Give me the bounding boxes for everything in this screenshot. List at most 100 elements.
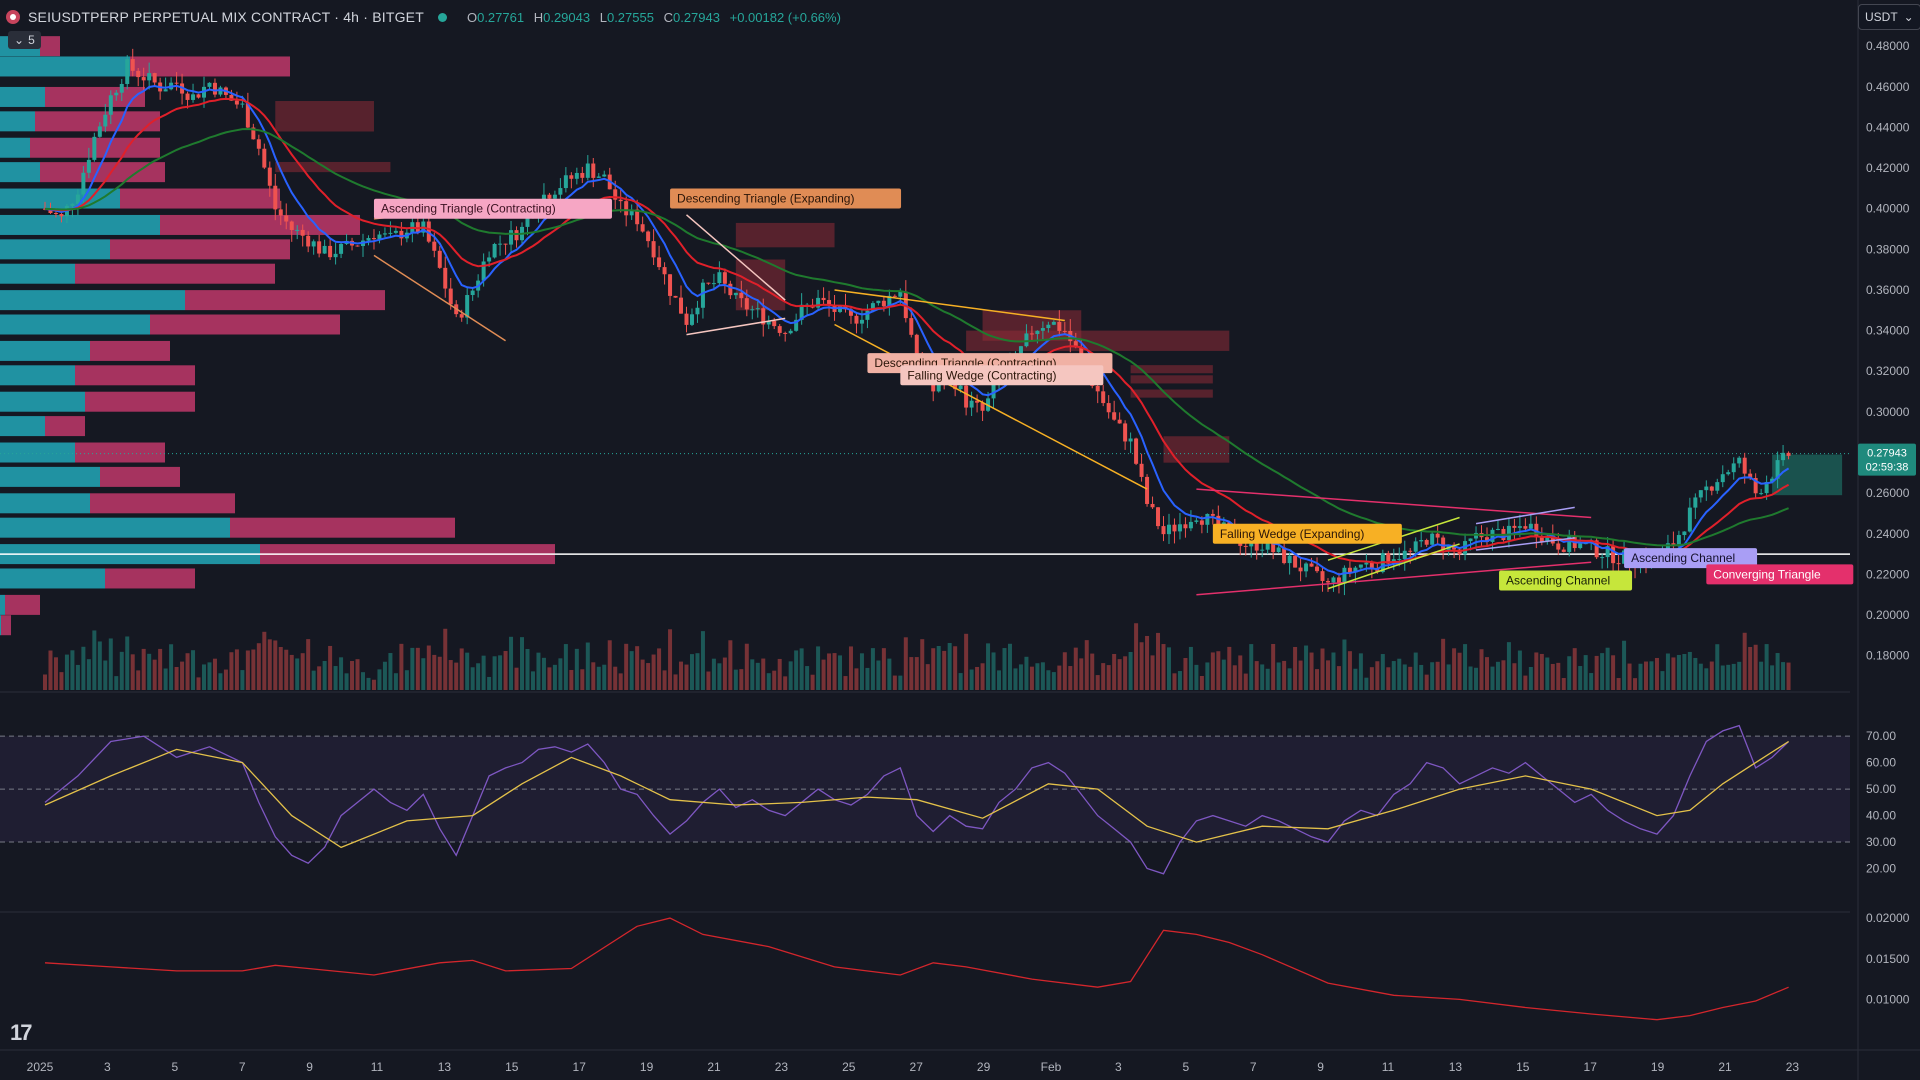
candle-body <box>777 326 782 333</box>
close-value: 0.27943 <box>672 9 720 25</box>
candle-body <box>437 250 442 268</box>
volume-bar <box>1073 647 1078 690</box>
volume-bar <box>1358 653 1363 690</box>
volume-bar <box>366 677 371 690</box>
volume-bar <box>794 650 799 690</box>
candle-body <box>125 59 130 84</box>
volume-bar <box>1391 661 1396 690</box>
volume-bar <box>761 658 766 690</box>
candle-body <box>1369 562 1374 568</box>
volume-bar <box>854 668 859 690</box>
candle-body <box>86 159 91 173</box>
volume-bar <box>717 663 722 690</box>
candle-body <box>240 103 245 105</box>
volume-bar <box>1243 673 1248 690</box>
volume-bar <box>695 653 700 690</box>
date-tick-label: 19 <box>1651 1060 1665 1074</box>
candle-body <box>821 297 826 301</box>
volume-bar <box>1205 662 1210 690</box>
volume-bar <box>273 640 278 690</box>
price-tick-label: 0.20000 <box>1866 608 1910 622</box>
volume-bar <box>1238 655 1243 690</box>
candle-body <box>1309 563 1314 567</box>
volume-bar <box>1249 644 1254 690</box>
volume-bar <box>1353 668 1358 690</box>
candle-body <box>317 241 322 254</box>
candle-body <box>1600 557 1605 559</box>
volume-bar <box>1315 669 1320 690</box>
volume-bar <box>865 667 870 690</box>
volume-bar <box>64 654 69 690</box>
candle-body <box>388 232 393 234</box>
currency-select[interactable]: USDT ⌄ <box>1858 4 1920 30</box>
volume-bar <box>1276 662 1281 690</box>
volume-bar <box>958 673 963 690</box>
candle-body <box>1693 497 1698 508</box>
volume-bar <box>317 666 322 690</box>
volume-bar <box>635 646 640 690</box>
candle-body <box>859 319 864 324</box>
candle-body <box>1408 550 1413 552</box>
volume-bar <box>415 647 420 690</box>
volume-bar <box>876 660 881 690</box>
profile-sell-bar <box>150 314 340 335</box>
volume-bar <box>848 646 853 690</box>
volume-bar <box>1638 663 1643 690</box>
indicators-count: 5 <box>28 33 35 47</box>
chart-header: SEIUSDTPERP PERPETUAL MIX CONTRACT · 4h … <box>6 6 841 28</box>
candle-body <box>1117 419 1122 424</box>
profile-buy-bar <box>0 162 40 183</box>
candle-body <box>81 172 86 195</box>
volume-bar <box>859 653 864 690</box>
candle-body <box>191 94 196 100</box>
symbol-title[interactable]: SEIUSDTPERP PERPETUAL MIX CONTRACT · 4h … <box>28 9 424 25</box>
candle-body <box>695 307 700 315</box>
candle-body <box>70 203 75 206</box>
volume-bar <box>991 652 996 690</box>
candle-body <box>1441 537 1446 550</box>
price-tick-label: 0.34000 <box>1866 324 1910 338</box>
candle-body <box>1062 330 1067 332</box>
volume-bar <box>1726 664 1731 690</box>
price-tick-label: 0.32000 <box>1866 364 1910 378</box>
candle-body <box>141 77 146 81</box>
profile-buy-bar <box>0 86 45 107</box>
volume-bar <box>1265 668 1270 690</box>
volume-bar <box>1484 657 1489 690</box>
volume-bar <box>525 648 530 690</box>
volume-bar <box>596 666 601 690</box>
volume-bar <box>1490 666 1495 690</box>
chart-canvas[interactable]: Ascending Triangle (Contracting) Descendi… <box>0 0 1920 1080</box>
volume-bar <box>772 670 777 690</box>
volume-bar <box>1687 651 1692 690</box>
volume-bar <box>1605 647 1610 690</box>
open-value: 0.27761 <box>477 9 525 25</box>
indicators-toggle-button[interactable]: ⌄ 5 <box>8 31 41 49</box>
date-tick-label: 27 <box>910 1060 924 1074</box>
candle-body <box>1156 507 1161 527</box>
pattern-label: Ascending Triangle (Contracting) <box>381 202 556 216</box>
candle-body <box>322 245 327 254</box>
volume-bar <box>202 664 207 690</box>
volume-bar <box>1309 652 1314 690</box>
profile-buy-bar <box>0 111 35 132</box>
volume-bar <box>240 670 245 690</box>
volume-bar <box>1364 677 1369 690</box>
candle-body <box>333 253 338 258</box>
volume-bar <box>1150 655 1155 690</box>
volume-bar <box>1474 667 1479 690</box>
candle-body <box>717 272 722 284</box>
volume-bar <box>969 669 974 690</box>
volume-bar <box>1232 665 1237 690</box>
volume-bar <box>750 659 755 690</box>
volume-bar <box>70 650 75 690</box>
candle-body <box>1331 577 1336 583</box>
volume-bar <box>810 674 815 690</box>
low-value: 0.27555 <box>606 9 654 25</box>
volume-bar <box>1742 632 1747 690</box>
volume-bar <box>1172 673 1177 690</box>
candle-body <box>130 59 135 71</box>
candle-body <box>289 221 294 230</box>
volume-bar <box>1068 666 1073 690</box>
profile-sell-bar <box>110 239 290 260</box>
